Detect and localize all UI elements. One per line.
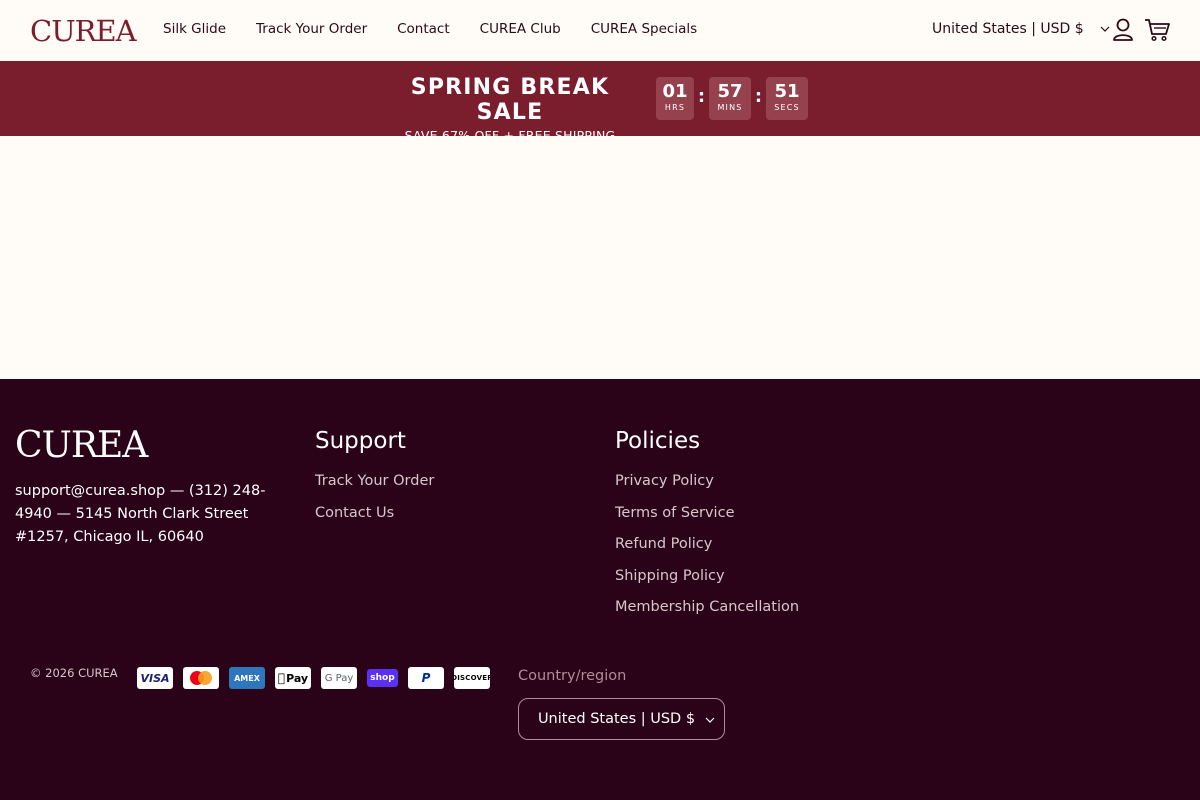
footer-link-contact-us[interactable]: Contact Us: [315, 504, 434, 523]
timer-separator: :: [697, 86, 706, 107]
footer-logo[interactable]: CUREA: [15, 425, 148, 466]
amex-icon: AMEX: [229, 667, 265, 689]
timer-hours: 01 HRS: [656, 77, 694, 120]
nav-contact[interactable]: Contact: [397, 21, 450, 37]
country-region-select[interactable]: United States | USD $: [518, 698, 725, 740]
timer-mins-label: MINS: [717, 103, 743, 112]
timer-mins: 57 MINS: [709, 77, 751, 120]
paypal-icon: P: [408, 667, 444, 689]
timer-hours-value: 01: [662, 81, 688, 102]
visa-icon: VISA: [137, 667, 173, 689]
countdown-timer: 01 HRS : 57 MINS : 51 SECS: [656, 77, 808, 120]
mastercard-icon: [183, 667, 219, 689]
main-nav: Silk Glide Track Your Order Contact CURE…: [163, 21, 697, 37]
chevron-down-icon: [1100, 26, 1110, 32]
nav-curea-club[interactable]: CUREA Club: [480, 21, 561, 37]
nav-silk-glide[interactable]: Silk Glide: [163, 21, 226, 37]
region-label: United States | USD $: [932, 21, 1084, 37]
timer-mins-value: 57: [717, 81, 743, 102]
discover-icon: DISCOVER: [454, 667, 490, 689]
footer-link-terms[interactable]: Terms of Service: [615, 504, 799, 523]
footer-link-privacy[interactable]: Privacy Policy: [615, 472, 799, 491]
sale-banner: SPRING BREAK SALE SAVE 67% OFF + FREE SH…: [0, 61, 1200, 143]
apple-pay-icon: Pay: [275, 667, 311, 689]
sale-subtitle: SAVE 67% OFF + FREE SHIPPING: [404, 128, 616, 143]
nav-curea-specials[interactable]: CUREA Specials: [591, 21, 697, 37]
footer-link-shipping[interactable]: Shipping Policy: [615, 567, 799, 586]
footer-support-column: Support Track Your Order Contact Us: [315, 428, 434, 522]
support-heading: Support: [315, 428, 406, 454]
payment-icons: VISA AMEX Pay G Pay shop P DISCOVER: [137, 667, 490, 689]
region-selector[interactable]: United States | USD $: [932, 21, 1110, 37]
country-region-label: Country/region: [518, 668, 627, 684]
site-footer: CUREA support@curea.shop — (312) 248-494…: [0, 379, 1200, 800]
sale-text: SPRING BREAK SALE SAVE 67% OFF + FREE SH…: [392, 75, 628, 143]
timer-hours-label: HRS: [664, 103, 686, 112]
google-pay-icon: G Pay: [321, 667, 357, 689]
country-select-value: United States | USD $: [537, 711, 696, 727]
sale-title: SPRING BREAK SALE: [410, 75, 610, 125]
site-header: CUREA Silk Glide Track Your Order Contac…: [0, 0, 1200, 61]
footer-link-refund[interactable]: Refund Policy: [615, 535, 799, 554]
timer-separator: :: [754, 86, 763, 107]
site-logo[interactable]: CUREA: [30, 14, 137, 48]
nav-track-order[interactable]: Track Your Order: [256, 21, 367, 37]
cart-icon[interactable]: [1144, 18, 1171, 46]
policies-heading: Policies: [615, 428, 701, 454]
footer-policies-column: Policies Privacy Policy Terms of Service…: [615, 428, 799, 617]
account-icon[interactable]: [1112, 18, 1134, 46]
timer-secs-label: SECS: [774, 103, 800, 112]
footer-link-membership-cancellation[interactable]: Membership Cancellation: [615, 598, 799, 617]
timer-secs-value: 51: [774, 81, 800, 102]
footer-contact-info: support@curea.shop — (312) 248-4940 — 51…: [15, 483, 266, 545]
chevron-down-icon: [705, 711, 715, 727]
footer-link-track-order[interactable]: Track Your Order: [315, 472, 434, 491]
copyright: © 2026 CUREA: [30, 666, 118, 680]
timer-secs: 51 SECS: [766, 77, 808, 120]
shop-pay-icon: shop: [367, 669, 398, 687]
